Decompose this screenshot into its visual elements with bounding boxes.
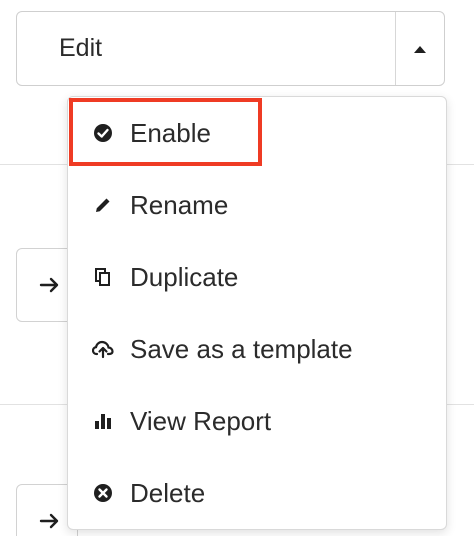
page: Edit Enable Rename Duplicate Save as a t… <box>0 0 474 536</box>
copy-icon <box>92 266 114 288</box>
menu-item-label: Enable <box>130 117 211 148</box>
menu-item-label: View Report <box>130 405 272 436</box>
bar-chart-icon <box>92 410 114 432</box>
arrow-right-icon <box>39 277 59 293</box>
edit-split-button[interactable]: Edit <box>16 11 445 86</box>
edit-button[interactable]: Edit <box>17 12 395 85</box>
check-circle-icon <box>92 122 114 144</box>
menu-item-view-report[interactable]: View Report <box>68 391 446 451</box>
menu-item-rename[interactable]: Rename <box>68 175 446 235</box>
edit-dropdown-menu: Enable Rename Duplicate Save as a templa… <box>67 96 447 530</box>
caret-up-icon <box>414 45 426 53</box>
menu-item-delete[interactable]: Delete <box>68 463 446 523</box>
menu-item-save-as-template[interactable]: Save as a template <box>68 319 446 379</box>
menu-item-label: Save as a template <box>130 333 353 364</box>
arrow-right-icon <box>39 513 59 529</box>
close-circle-icon <box>92 482 114 504</box>
menu-item-label: Rename <box>130 189 229 220</box>
menu-item-enable[interactable]: Enable <box>68 103 446 163</box>
cloud-upload-icon <box>92 338 114 360</box>
menu-item-label: Duplicate <box>130 261 239 292</box>
menu-item-label: Delete <box>130 477 206 508</box>
menu-item-duplicate[interactable]: Duplicate <box>68 247 446 307</box>
pencil-icon <box>92 194 114 216</box>
edit-button-label: Edit <box>59 34 103 62</box>
edit-dropdown-toggle[interactable] <box>395 12 444 85</box>
